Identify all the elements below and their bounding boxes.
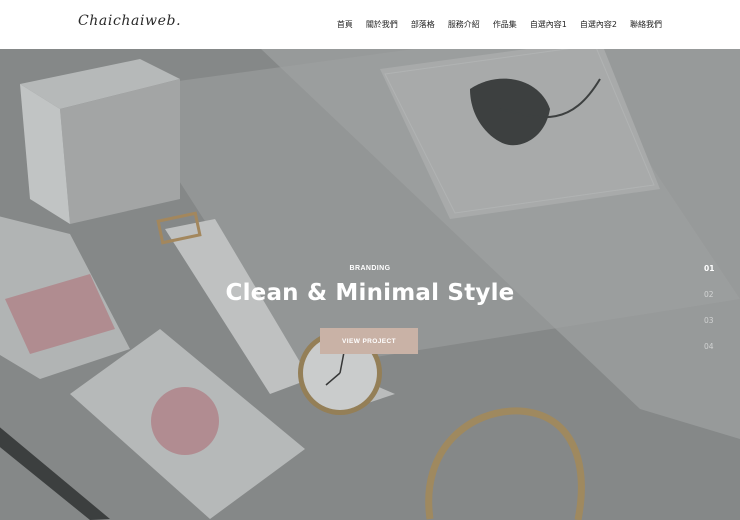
nav-item-portfolio[interactable]: 作品集: [493, 19, 517, 30]
slide-pager-item-4[interactable]: 04: [704, 342, 714, 368]
nav-item-services[interactable]: 服務介紹: [448, 19, 480, 30]
nav-item-home[interactable]: 首頁: [337, 19, 353, 30]
view-project-button[interactable]: VIEW PROJECT: [320, 328, 418, 354]
nav-item-blog[interactable]: 部落格: [411, 19, 435, 30]
nav-item-custom-2[interactable]: 自選內容2: [580, 19, 617, 30]
slide-pager-item-2[interactable]: 02: [704, 290, 714, 316]
hero-slider: BRANDING Clean & Minimal Style VIEW PROJ…: [0, 49, 740, 520]
nav-item-contact[interactable]: 聯絡我們: [630, 19, 662, 30]
hero-eyebrow: BRANDING: [349, 265, 391, 272]
slide-pager-item-3[interactable]: 03: [704, 316, 714, 342]
nav-item-custom-1[interactable]: 自選內容1: [530, 19, 567, 30]
site-header: Chaichaiweb. 首頁 關於我們 部落格 服務介紹 作品集 自選內容1 …: [0, 0, 740, 49]
nav-item-about[interactable]: 關於我們: [366, 19, 398, 30]
hero-headline: Clean & Minimal Style: [225, 280, 515, 306]
site-logo[interactable]: Chaichaiweb.: [78, 13, 181, 29]
main-nav: 首頁 關於我們 部落格 服務介紹 作品集 自選內容1 自選內容2 聯絡我們: [324, 19, 662, 30]
slide-pager: 01 02 03 04: [704, 264, 714, 368]
slide-pager-item-1[interactable]: 01: [704, 264, 714, 290]
